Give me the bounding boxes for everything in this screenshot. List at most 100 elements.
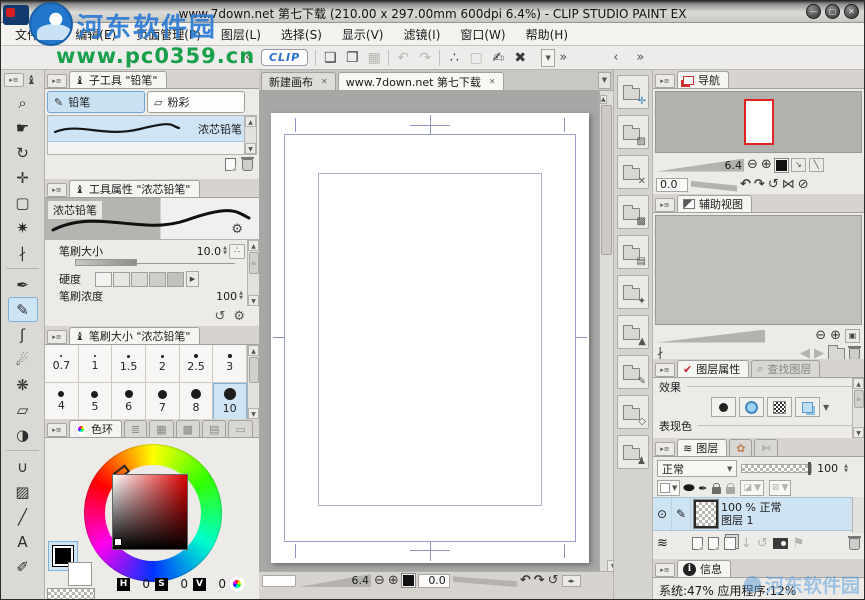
reset-flip-icon[interactable]: ⊘ — [798, 177, 809, 193]
brush-size-cell[interactable]: 7 — [146, 383, 180, 419]
brush-size-cell[interactable]: 5 — [79, 383, 113, 419]
delete-subtool-icon[interactable] — [242, 159, 253, 171]
merge-down-icon[interactable]: ↺ — [757, 536, 768, 552]
register-tool-icon[interactable]: ⚙ — [233, 309, 245, 324]
menu-file[interactable]: 文件(F) — [5, 23, 65, 46]
redo-icon[interactable]: ↷ — [414, 47, 436, 69]
zoom-in-icon[interactable]: ⊕ — [388, 573, 399, 589]
dock-prev-icon[interactable]: ‹ — [609, 50, 622, 65]
navigator-folder-button[interactable]: ✛ — [617, 75, 649, 109]
fill-tool[interactable]: ∪ — [8, 454, 38, 479]
zoom-in-icon[interactable]: ⊕ — [761, 157, 772, 173]
brush-size-cell[interactable]: 8 — [180, 383, 214, 419]
navigator-tab[interactable]: 导航 — [677, 71, 729, 88]
decoration-tool[interactable]: ❋ — [8, 372, 38, 397]
draft-layer-icon[interactable]: ✒ — [698, 482, 707, 495]
navigator-zoom-slider[interactable]: 6.4 — [656, 159, 744, 172]
layout-folder-button[interactable]: ▤ — [617, 235, 649, 269]
draw-folder-button[interactable]: ✎ — [617, 355, 649, 389]
minimize-button[interactable]: — — [806, 4, 821, 19]
hardness-selector[interactable] — [95, 272, 184, 287]
reset-rotation-icon[interactable]: ↺ — [548, 573, 559, 589]
undo-icon[interactable]: ↶ — [392, 47, 414, 69]
erase-outside-icon[interactable]: ✍ — [487, 47, 509, 69]
fit-to-screen-icon[interactable]: ↘ — [791, 158, 806, 172]
saturation-value-square[interactable] — [113, 475, 187, 549]
layers-tab[interactable]: ≋ 图层 — [677, 439, 727, 456]
navigator-rotate-slider[interactable] — [691, 179, 737, 192]
fit-to-window-icon[interactable] — [775, 159, 788, 172]
color-wheel-mode-icon[interactable] — [229, 576, 245, 592]
intermediate-color-tab[interactable]: ▩ — [176, 420, 200, 437]
move-tool[interactable]: ✛ — [8, 165, 38, 190]
menu-select[interactable]: 选择(S) — [271, 23, 332, 46]
navigator-menu[interactable]: ▸≡ — [655, 74, 675, 88]
tool-property-menu[interactable]: ▸≡ — [47, 183, 67, 197]
text-tool[interactable]: A — [8, 529, 38, 554]
menu-filter[interactable]: 滤镜(I) — [393, 23, 450, 46]
airbrush-tool[interactable]: ☄ — [8, 347, 38, 372]
subtool-group-pastel[interactable]: ▱ 粉彩 — [147, 91, 245, 113]
rotate-ccw-icon[interactable]: ↶ — [740, 177, 751, 193]
effect-folder-button[interactable]: ✦ — [617, 275, 649, 309]
layer-mask-icon[interactable] — [773, 538, 788, 549]
figure-folder-button[interactable]: ♟ — [617, 435, 649, 469]
color-history-tab[interactable]: ▭ — [228, 420, 252, 437]
zoom-in-icon[interactable]: ⊕ — [830, 328, 841, 344]
color-panel-menu[interactable]: ▸≡ — [47, 423, 67, 437]
image-folder-button[interactable]: ▲ — [617, 315, 649, 349]
set-mask-select[interactable]: ⊠▼ — [769, 480, 791, 496]
doc-tab-new-canvas[interactable]: 新建画布 ✕ — [261, 72, 336, 90]
subview-menu[interactable]: ▸≡ — [655, 198, 675, 212]
screen-tone-button[interactable] — [767, 397, 792, 417]
figure-tool[interactable]: ╱ — [8, 504, 38, 529]
close-button[interactable]: ✕ — [844, 4, 859, 19]
flip-horizontal-icon[interactable]: ⋈ — [782, 177, 795, 193]
brush-size-panel-tab[interactable]: ♝ 笔刷大小 "浓芯铅笔" — [69, 327, 200, 344]
menu-edit[interactable]: 编辑(E) — [65, 23, 126, 46]
hardness-expand-icon[interactable]: ▶ — [186, 271, 199, 287]
brush-tool[interactable]: ʃ — [8, 322, 38, 347]
background-color-swatch[interactable] — [68, 562, 92, 586]
transform-icon[interactable]: ✖ — [509, 47, 531, 69]
zoom-out-icon[interactable]: ⊖ — [747, 157, 758, 173]
close-folder-button[interactable]: ✕ — [617, 155, 649, 189]
brush-size-panel-menu[interactable]: ▸≡ — [47, 330, 67, 344]
layer-color-button[interactable] — [795, 397, 820, 417]
pen-tool[interactable]: ✒ — [8, 272, 38, 297]
brush-size-scrollbar[interactable]: ▲▼ — [247, 345, 259, 419]
layer-thumbnail[interactable] — [694, 500, 718, 528]
brush-size-cell[interactable]: 2 — [146, 345, 180, 383]
selection-tool[interactable]: ▢ — [8, 190, 38, 215]
zoom-out-icon[interactable]: ⊖ — [815, 328, 826, 344]
color-wheel-tab[interactable]: 色环 — [69, 420, 122, 437]
clip-studio-button[interactable]: CLIP — [261, 49, 308, 66]
next-image-icon[interactable]: ▶ — [814, 346, 824, 359]
tone-folder-button[interactable]: ▩ — [617, 195, 649, 229]
tool-property-tab[interactable]: ♝ 工具属性 "浓芯铅笔" — [69, 180, 200, 197]
toolbar-dropdown[interactable]: ▼ — [541, 49, 555, 67]
delete-layer-icon[interactable] — [849, 538, 860, 550]
opacity-spinner[interactable]: ▲▼ — [844, 464, 848, 474]
line-correct-tool[interactable]: ✐ — [8, 554, 38, 579]
search-layer-tab[interactable]: ⌕ 查找图层 — [751, 360, 820, 377]
new-folder-layer-icon[interactable] — [708, 537, 719, 550]
rotate-ccw-icon[interactable]: ↶ — [520, 573, 531, 589]
subview-tab[interactable]: 辅助视图 — [677, 195, 752, 212]
subview-folder-button[interactable]: ▨ — [617, 115, 649, 149]
subtool-group-pencil[interactable]: ✎ 铅笔 — [47, 91, 145, 113]
brush-size-cell[interactable]: 6 — [112, 383, 146, 419]
canvas-vertical-scrollbar[interactable]: ▲ ▼ — [599, 91, 613, 573]
expand-toolbar-icon[interactable]: » — [555, 50, 571, 65]
approx-color-tab[interactable]: ▤ — [202, 420, 226, 437]
subtool-panel-tab[interactable]: ♝ 子工具 "铅笔" — [69, 71, 167, 88]
brush-size-cell[interactable]: 1.5 — [112, 345, 146, 383]
tone-effect-button[interactable] — [739, 397, 764, 417]
select-frame-icon[interactable]: ▢ — [465, 47, 487, 69]
auto-eyedropper-icon[interactable]: ∤ — [657, 346, 664, 359]
subview-zoom-slider[interactable] — [657, 330, 765, 343]
menu-page-manage[interactable]: 页面管理(P) — [126, 23, 211, 46]
menu-help[interactable]: 帮助(H) — [516, 23, 578, 46]
layer-color-icon[interactable]: ● — [683, 483, 696, 493]
canvas-horizontal-scrollbar[interactable] — [262, 575, 296, 587]
